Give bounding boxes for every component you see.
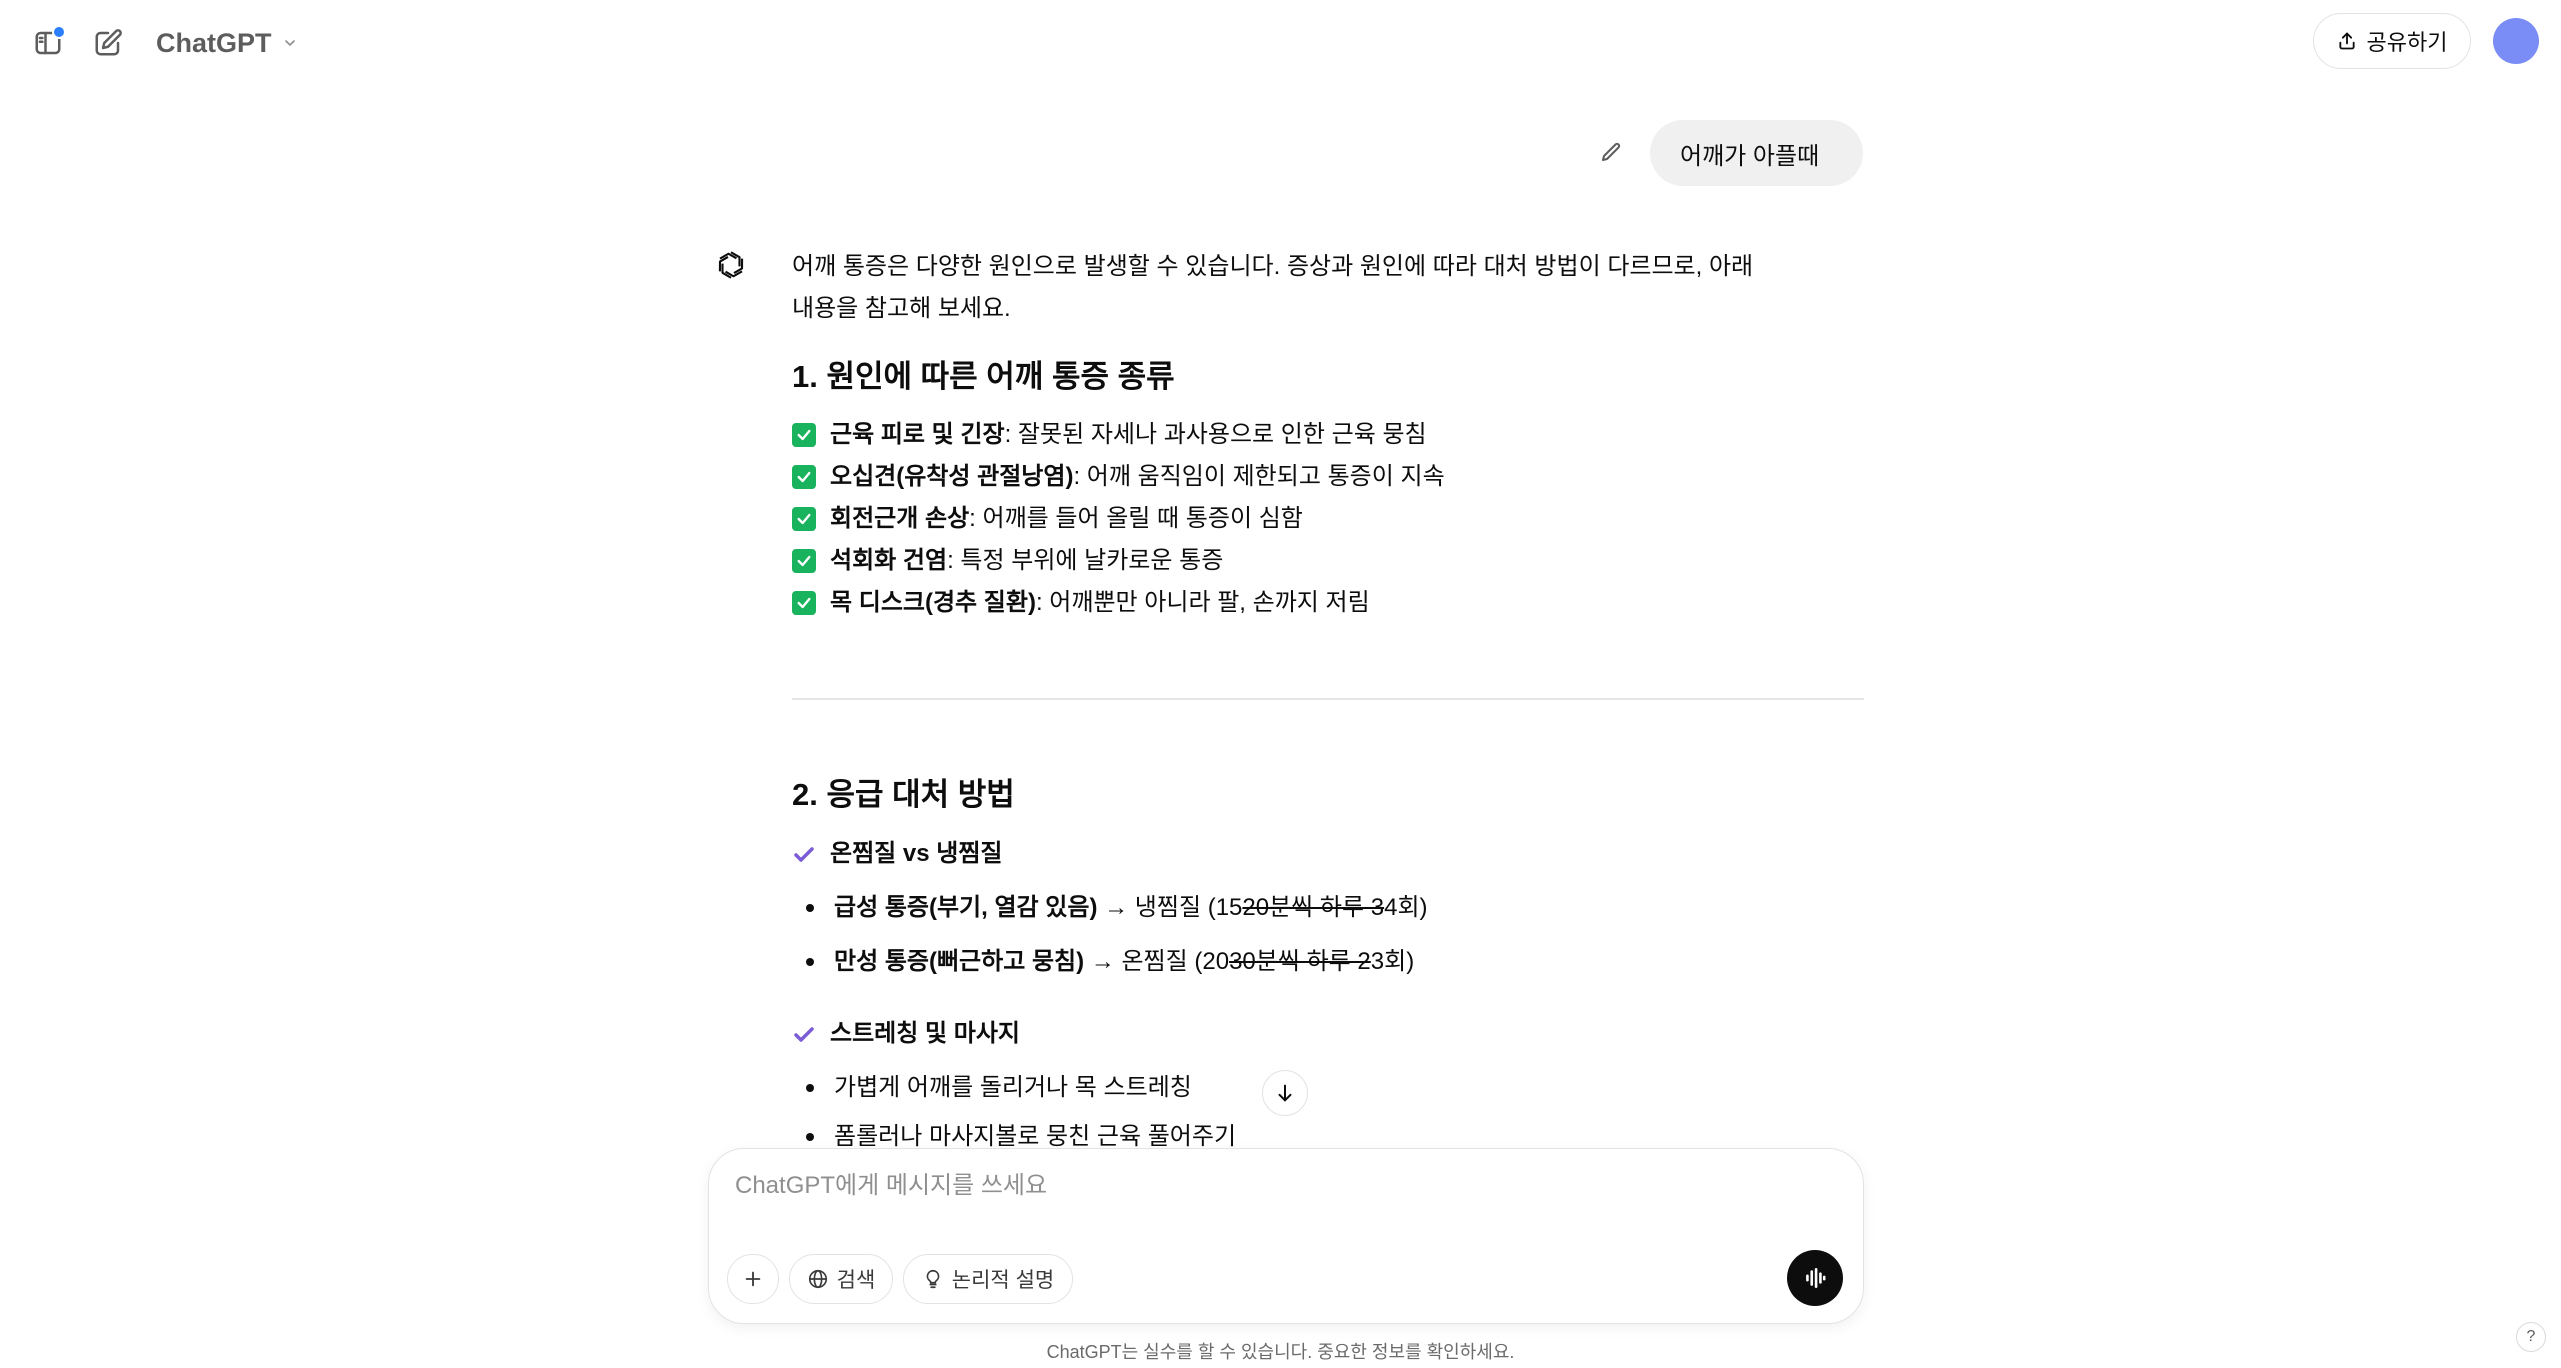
- section-heading: 2. 응급 대처 방법: [792, 777, 1015, 812]
- item-desc: : 잘못된 자세나 과사용으로 인한 근육 뭉침: [1004, 421, 1427, 448]
- item-desc: : 어깨를 들어 올릴 때 통증이 심함: [969, 505, 1303, 532]
- subsection-heading: 온찜질 vs 냉찜질: [792, 834, 1003, 874]
- bullet: [806, 1084, 814, 1092]
- section-divider: [792, 698, 1864, 700]
- notification-dot: [52, 25, 66, 39]
- share-label: 공유하기: [2366, 30, 2448, 55]
- item-term: 석회화 건염: [830, 547, 948, 574]
- list-item: 가볍게 어깨를 돌리거나 목 스트레칭: [806, 1068, 1192, 1108]
- voice-mode-button[interactable]: [1787, 1250, 1843, 1306]
- bullet-strike: 20분씩 하루 3: [1242, 894, 1385, 921]
- item-term: 회전근개 손상: [830, 505, 970, 532]
- waveform-icon: [1806, 1268, 1826, 1288]
- disclaimer-text: ChatGPT는 실수를 할 수 있습니다. 중요한 정보를 확인하세요.: [1046, 1342, 1515, 1362]
- reason-label: 논리적 설명: [951, 1269, 1055, 1292]
- upload-icon: [2338, 32, 2355, 50]
- list-item: 근육 피로 및 긴장: 잘못된 자세나 과사용으로 인한 근육 뭉침: [792, 414, 1445, 456]
- list-item: 오십견(유착성 관절낭염): 어깨 움직임이 제한되고 통증이 지속: [792, 456, 1445, 498]
- list-item: 만성 통증(뻐근하고 뭉침) → 온찜질 (2030분씩 하루 23회): [806, 942, 1414, 982]
- answer-intro-line: 어깨 통증은 다양한 원인으로 발생할 수 있습니다. 증상과 원인에 따라 대…: [792, 253, 1754, 280]
- globe-icon: [808, 1269, 827, 1289]
- check-box-icon: [792, 423, 816, 447]
- message-input[interactable]: [733, 1165, 1817, 1207]
- bullet-bold: 만성 통증(뻐근하고 뭉침): [834, 948, 1085, 975]
- check-box-icon: [792, 465, 816, 489]
- assistant-logo-icon: [712, 246, 750, 284]
- list-item: 목 디스크(경추 질환): 어깨뿐만 아니라 팔, 손까지 저림: [792, 582, 1445, 624]
- bullet-text: → 온찜질 (20: [1084, 948, 1230, 975]
- bullet: [806, 904, 814, 912]
- avatar[interactable]: [2493, 18, 2539, 64]
- list-item: 급성 통증(부기, 열감 있음) → 냉찜질 (1520분씩 하루 34회): [806, 888, 1428, 928]
- search-label: 검색: [836, 1269, 876, 1292]
- list-item: 석회화 건염: 특정 부위에 날카로운 통증: [792, 540, 1445, 582]
- check-box-icon: [792, 591, 816, 615]
- message-composer: 검색 논리적 설명: [708, 1148, 1864, 1324]
- reason-button[interactable]: 논리적 설명: [903, 1254, 1073, 1304]
- bullet-strike: 30분씩 하루 2: [1229, 948, 1371, 975]
- item-desc: : 어깨뿐만 아니라 팔, 손까지 저림: [1035, 589, 1370, 616]
- lightbulb-icon: [926, 1269, 940, 1289]
- share-button[interactable]: 공유하기: [2313, 13, 2471, 69]
- help-button[interactable]: ?: [2516, 1322, 2546, 1352]
- edit-message-icon[interactable]: [1594, 136, 1628, 170]
- item-term: 목 디스크(경추 질환): [830, 589, 1036, 616]
- bullet-bold: 급성 통증(부기, 열감 있음): [834, 894, 1098, 921]
- item-term: 근육 피로 및 긴장: [830, 421, 1005, 448]
- item-term: 오십견(유착성 관절낭염): [830, 463, 1074, 490]
- bullet-text: → 냉찜질 (15: [1097, 894, 1243, 921]
- checkmark-icon: [794, 847, 814, 862]
- subsection-heading: 스트레칭 및 마사지: [792, 1014, 1020, 1054]
- model-name: ChatGPT: [156, 27, 272, 58]
- list-item: 회전근개 손상: 어깨를 들어 올릴 때 통증이 심함: [792, 498, 1445, 540]
- scroll-down-button[interactable]: [1262, 1070, 1308, 1116]
- bullet-text: 가볍게 어깨를 돌리거나 목 스트레칭: [834, 1074, 1192, 1101]
- check-box-icon: [792, 549, 816, 573]
- cause-list: 근육 피로 및 긴장: 잘못된 자세나 과사용으로 인한 근육 뭉침 오십견(유…: [792, 414, 1445, 624]
- checkmark-icon: [794, 1027, 814, 1042]
- bullet-text: 폼롤러나 마사지볼로 뭉친 근육 풀어주기: [834, 1123, 1237, 1148]
- model-switcher[interactable]: ChatGPT: [156, 22, 298, 64]
- arrow-down-icon: [1278, 1084, 1292, 1102]
- new-chat-icon[interactable]: [86, 21, 130, 65]
- subsection-title: 스트레칭 및 마사지: [830, 1020, 1020, 1047]
- search-button[interactable]: 검색: [789, 1254, 893, 1304]
- check-box-icon: [792, 507, 816, 531]
- user-message-bubble: 어깨가 아플때: [1650, 120, 1863, 186]
- item-desc: : 특정 부위에 날카로운 통증: [947, 547, 1224, 574]
- plus-icon: [745, 1271, 761, 1287]
- chevron-down-icon: [284, 40, 295, 47]
- bullet: [806, 958, 814, 966]
- item-desc: : 어깨 움직임이 제한되고 통증이 지속: [1073, 463, 1445, 490]
- section-heading: 1. 원인에 따른 어깨 통증 종류: [792, 359, 1175, 394]
- bullet-tail: 4회): [1384, 894, 1428, 921]
- answer-intro-line: 내용을 참고해 보세요.: [792, 295, 1011, 322]
- subsection-title: 온찜질 vs 냉찜질: [830, 840, 1003, 867]
- top-bar: ChatGPT 공유하기: [0, 0, 2561, 86]
- attach-button[interactable]: [727, 1254, 779, 1304]
- list-item: 폼롤러나 마사지볼로 뭉친 근육 풀어주기: [806, 1122, 1236, 1148]
- bullet: [806, 1133, 814, 1141]
- bullet-tail: 3회): [1370, 948, 1415, 975]
